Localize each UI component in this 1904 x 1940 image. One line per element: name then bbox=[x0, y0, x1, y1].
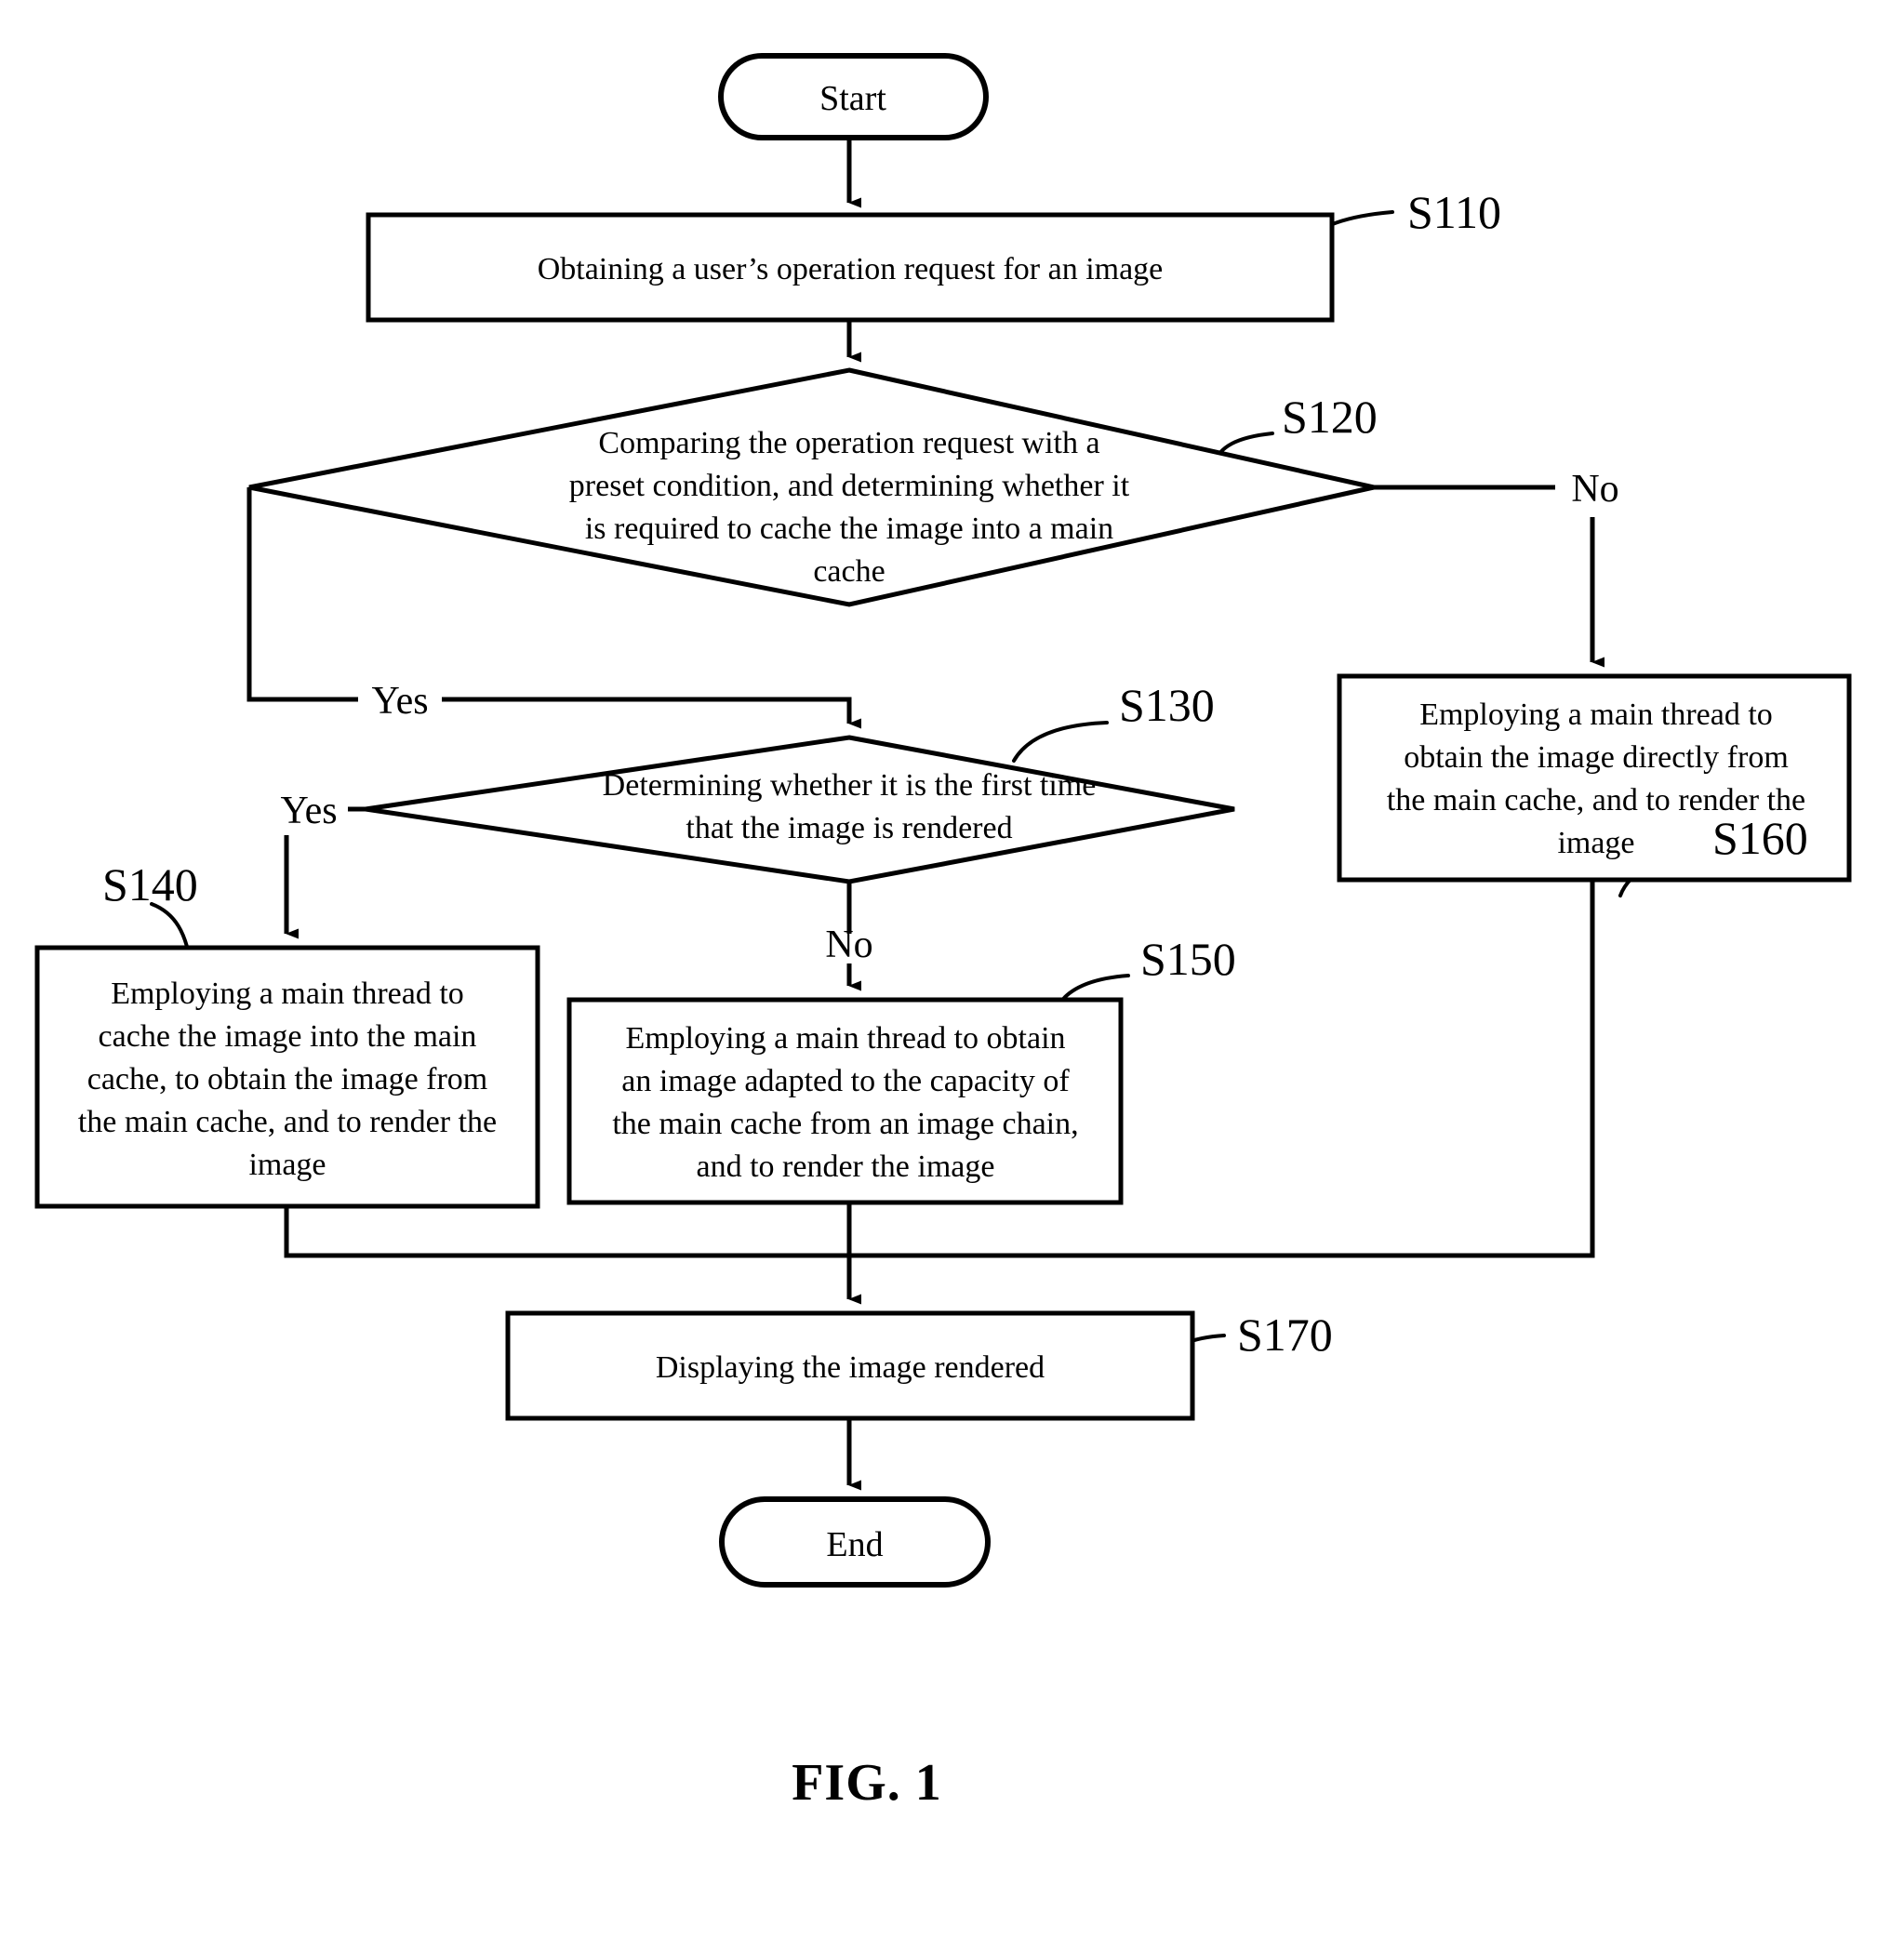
s110-step-label: S110 bbox=[1407, 186, 1501, 238]
s140-text-line-2: cache the image into the main bbox=[99, 1019, 477, 1054]
s140-text-line-1: Employing a main thread to bbox=[111, 977, 464, 1011]
connector-s120-yes-to-s130 bbox=[442, 697, 861, 729]
connector-s140-to-bus bbox=[284, 1206, 849, 1258]
s120-step-label: S120 bbox=[1282, 391, 1378, 443]
s130-step-label: S130 bbox=[1119, 679, 1215, 731]
s170-step-label: S170 bbox=[1237, 1309, 1333, 1361]
s150-text-line-2: an image adapted to the capacity of bbox=[621, 1064, 1070, 1098]
s160-text-line-1: Employing a main thread to bbox=[1419, 698, 1773, 732]
s120-text-line-4: cache bbox=[813, 554, 885, 589]
s120-text-line-3: is required to cache the image into a ma… bbox=[585, 512, 1113, 546]
s130-no-label: No bbox=[825, 923, 872, 966]
s150-step-label: S150 bbox=[1140, 933, 1236, 985]
s120-text-line-1: Comparing the operation request with a bbox=[598, 426, 1099, 460]
s140-step-label: S140 bbox=[102, 858, 198, 910]
s130-diamond bbox=[365, 735, 1235, 884]
s150-text-line-3: the main cache from an image chain, bbox=[612, 1107, 1078, 1141]
s140-text-line-3: cache, to obtain the image from bbox=[87, 1062, 488, 1096]
s130-text-line-2: that the image is rendered bbox=[686, 811, 1012, 845]
s160-step-label: S160 bbox=[1712, 812, 1808, 864]
s160-text-line-4: image bbox=[1557, 826, 1634, 860]
s150-text-line-1: Employing a main thread to obtain bbox=[625, 1021, 1065, 1056]
s150-text-line-4: and to render the image bbox=[697, 1149, 995, 1184]
s140-text-line-5: image bbox=[248, 1148, 326, 1182]
s110-text-line-1: Obtaining a user’s operation request for… bbox=[538, 252, 1164, 286]
end-label: End bbox=[826, 1525, 883, 1564]
leader-s130 bbox=[1012, 721, 1109, 763]
start-label: Start bbox=[819, 79, 886, 118]
s170-text-line-1: Displaying the image rendered bbox=[656, 1350, 1045, 1385]
connector-s120-yes bbox=[246, 487, 358, 702]
s160-text-line-2: obtain the image directly from bbox=[1404, 740, 1789, 775]
s120-text-line-2: preset condition, and determining whethe… bbox=[569, 469, 1130, 503]
s130-text-line-1: Determining whether it is the first time bbox=[603, 768, 1097, 803]
figure-root: Start Obtaining a user’s operation reque… bbox=[0, 0, 1904, 1940]
flowchart-canvas: Start Obtaining a user’s operation reque… bbox=[34, 53, 1852, 1812]
s120-yes-label: Yes bbox=[371, 680, 428, 723]
s140-text-line-4: the main cache, and to render the bbox=[78, 1105, 497, 1139]
figure-caption: FIG. 1 bbox=[792, 1754, 942, 1812]
s130-yes-label: Yes bbox=[280, 790, 337, 832]
s120-no-label: No bbox=[1571, 468, 1618, 511]
